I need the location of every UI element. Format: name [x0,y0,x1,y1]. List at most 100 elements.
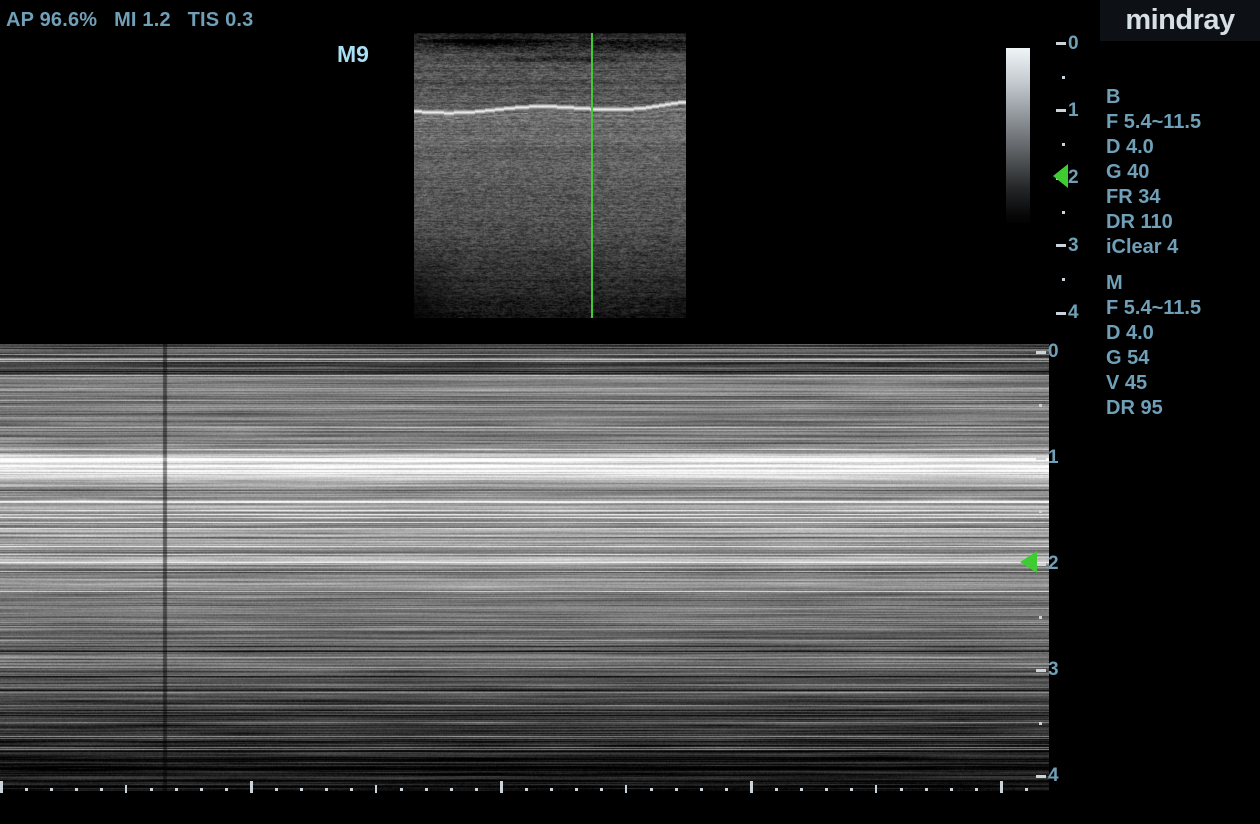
b-mode-header: B [1106,86,1121,108]
time-tick [975,788,978,791]
thermal-index-value: TIS 0.3 [187,9,254,31]
depth-label: 2 [1048,553,1059,574]
time-tick [1000,781,1003,793]
time-tick [625,785,627,793]
tick-dash [1036,456,1046,460]
time-tick [150,788,153,791]
mechanical-index-value: MI 1.2 [114,9,171,31]
time-tick [475,788,478,791]
acoustic-power-value: AP 96.6% [6,9,98,31]
time-tick [400,788,403,791]
b-gain-readout: G 40 [1106,161,1150,183]
m-line-cursor[interactable] [591,33,593,318]
time-tick [100,788,103,791]
tick-dot [1062,277,1065,281]
m-mode-header: M [1106,272,1123,294]
time-tick [75,788,78,791]
brand-logo-text: mindray [1125,4,1235,36]
b-focus-marker-icon[interactable] [1053,164,1068,188]
time-tick [375,785,377,793]
brand-logo: mindray [1100,0,1260,41]
m-focus-marker-icon[interactable] [1020,551,1037,573]
b-mode-image[interactable] [414,33,686,318]
time-tick [875,785,877,793]
time-tick [900,788,903,791]
tick-dash [1036,350,1046,354]
time-tick [425,788,428,791]
tick-dot [1039,509,1042,513]
m-sweep-speed-readout: V 45 [1106,372,1148,394]
m-mode-trace [0,344,1049,791]
tick-dot [1062,210,1065,214]
time-tick [825,788,828,791]
depth-label: 4 [1068,302,1079,324]
tick-dash [1056,311,1066,315]
depth-label: 1 [1048,447,1059,468]
time-tick [1025,788,1028,791]
time-tick [650,788,653,791]
m-gain-readout: G 54 [1106,347,1150,369]
time-tick [0,781,3,793]
tick-dash [1036,774,1046,778]
tick-dash [1036,668,1046,672]
tick-dash [1036,562,1046,566]
time-tick [50,788,53,791]
time-tick [600,788,603,791]
depth-label: 1 [1068,99,1079,121]
time-tick [200,788,203,791]
acoustic-output-readout: AP 96.6% MI 1.2 TIS 0.3 [6,9,264,32]
m-depth-readout: D 4.0 [1106,322,1154,344]
time-tick [325,788,328,791]
time-tick [250,781,253,793]
b-iclear-readout: iClear 4 [1106,236,1179,258]
time-tick [725,788,728,791]
tick-dot [1039,615,1042,619]
time-tick [275,788,278,791]
grayscale-bar [1006,48,1030,223]
time-scale-ruler [0,781,1049,793]
time-tick [175,788,178,791]
time-tick [800,788,803,791]
tick-dash [1056,109,1066,113]
ultrasound-display: AP 96.6% MI 1.2 TIS 0.3 M9 0 1 2 3 4 0 1 2 3 4 m… [0,0,1260,824]
depth-label: 0 [1068,32,1079,54]
time-tick [525,788,528,791]
tick-dot [1062,75,1065,79]
time-tick [125,785,127,793]
time-tick [775,788,778,791]
tick-dot [1039,721,1042,725]
b-depth-readout: D 4.0 [1106,136,1154,158]
b-frequency-readout: F 5.4~11.5 [1106,111,1202,133]
time-tick [500,781,503,793]
time-tick [925,788,928,791]
depth-label: 0 [1048,341,1059,362]
b-parameters-panel: B F 5.4~11.5 D 4.0 G 40 FR 34 DR 110 iCl… [1106,85,1201,260]
depth-label: 4 [1048,765,1059,786]
time-tick [350,788,353,791]
time-tick [850,788,853,791]
b-frame-rate-readout: FR 34 [1106,186,1161,208]
time-tick [950,788,953,791]
time-tick [25,788,28,791]
probe-model-label: M9 [337,41,369,67]
depth-label: 2 [1068,167,1079,189]
m-parameters-panel: M F 5.4~11.5 D 4.0 G 54 V 45 DR 95 [1106,271,1201,421]
m-dynamic-range-readout: DR 95 [1106,397,1163,419]
time-tick [700,788,703,791]
time-tick [550,788,553,791]
depth-label: 3 [1068,234,1079,256]
b-dynamic-range-readout: DR 110 [1106,211,1173,233]
time-tick [450,788,453,791]
time-tick [300,788,303,791]
b-mode-canvas [414,33,686,318]
depth-label: 3 [1048,659,1059,680]
m-frequency-readout: F 5.4~11.5 [1106,297,1202,319]
time-tick [750,781,753,793]
tick-dash [1056,42,1066,45]
tick-dash [1056,244,1066,248]
time-tick [575,788,578,791]
tick-dot [1039,403,1042,407]
time-tick [225,788,228,791]
tick-dot [1062,143,1065,147]
time-tick [675,788,678,791]
